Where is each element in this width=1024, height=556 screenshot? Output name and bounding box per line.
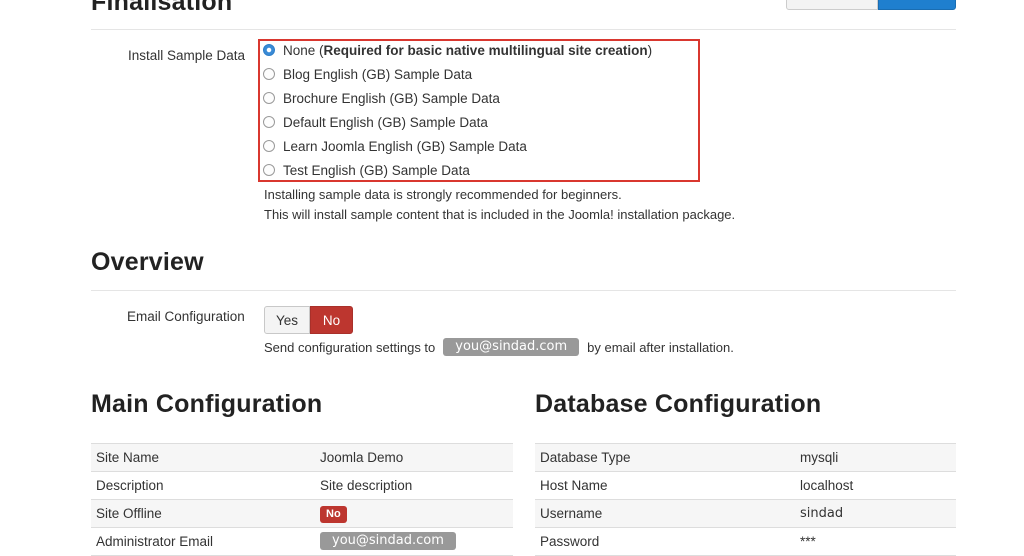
row-value: Site description [320,478,413,493]
row-value: *** [800,534,816,549]
next-button[interactable] [878,0,956,10]
main-config-heading: Main Configuration [91,390,323,418]
db-config-table: Database Type mysqli Host Name localhost… [535,443,956,556]
db-config-heading: Database Configuration [535,390,822,418]
radio-label: Brochure English (GB) Sample Data [283,90,500,106]
send-config-prefix: Send configuration settings to [264,339,436,355]
row-value: Joomla Demo [320,450,404,465]
row-value: sindad [800,506,844,521]
radio-label: Test English (GB) Sample Data [283,162,470,178]
install-sample-data-label: Install Sample Data [128,48,246,63]
row-label: Username [540,506,603,521]
radio-label: Blog English (GB) Sample Data [283,66,473,82]
send-config-text: Send configuration settings to you@sinda… [264,338,734,356]
email-configuration-label: Email Configuration [127,309,245,324]
row-label: Site Offline [96,506,162,521]
radio-icon[interactable] [263,92,275,104]
radio-option-blog[interactable]: Blog English (GB) Sample Data [263,64,472,84]
email-yes-button[interactable]: Yes [264,306,310,334]
main-config-table: Site Name Joomla Demo Description Site d… [91,443,513,556]
table-row: Description Site description [91,472,513,500]
sample-data-help-1: Installing sample data is strongly recom… [264,187,622,202]
radio-icon[interactable] [263,164,275,176]
radio-label: Learn Joomla English (GB) Sample Data [283,138,527,154]
finalisation-divider [91,29,956,30]
table-row: Administrator Email you@sindad.com [91,528,513,556]
row-label: Description [96,478,164,493]
send-config-email: you@sindad.com [443,338,580,356]
row-label: Site Name [96,450,160,465]
row-label: Database Type [540,450,631,465]
site-offline-badge: No [320,506,347,523]
table-row: Site Offline No [91,500,513,528]
table-row: Password *** [535,528,956,556]
email-no-button[interactable]: No [310,306,353,334]
table-row: Database Type mysqli [535,444,956,472]
table-row: Username sindad [535,500,956,528]
previous-button[interactable] [786,0,878,10]
radio-option-brochure[interactable]: Brochure English (GB) Sample Data [263,88,500,108]
radio-icon[interactable] [263,68,275,80]
admin-email-pill: you@sindad.com [320,532,456,550]
row-label: Password [540,534,600,549]
finalisation-heading: Finalisation [91,0,233,16]
radio-option-default[interactable]: Default English (GB) Sample Data [263,112,488,132]
sample-data-help-2: This will install sample content that is… [264,207,736,222]
row-value: mysqli [800,450,839,465]
radio-checked-icon[interactable] [263,44,275,56]
table-row: Host Name localhost [535,472,956,500]
radio-label: None (Required for basic native multilin… [283,42,653,58]
radio-option-learn[interactable]: Learn Joomla English (GB) Sample Data [263,136,527,156]
radio-label: Default English (GB) Sample Data [283,114,488,130]
row-label: Host Name [540,478,608,493]
radio-option-test[interactable]: Test English (GB) Sample Data [263,160,470,180]
radio-option-none[interactable]: None (Required for basic native multilin… [263,40,652,60]
radio-icon[interactable] [263,116,275,128]
overview-divider [91,290,956,291]
overview-heading: Overview [91,248,204,276]
row-label: Administrator Email [96,534,214,549]
table-row: Site Name Joomla Demo [91,444,513,472]
send-config-suffix: by email after installation. [587,339,734,355]
radio-icon[interactable] [263,140,275,152]
row-value: localhost [800,478,854,493]
